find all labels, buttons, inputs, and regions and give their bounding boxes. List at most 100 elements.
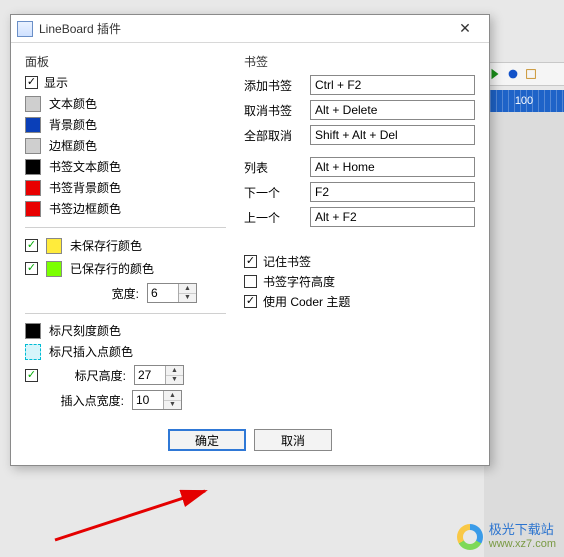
separator <box>25 227 226 228</box>
bg-color-label: 背景颜色 <box>49 116 97 133</box>
watermark-logo-icon <box>457 524 483 550</box>
prev-row: 上一个 <box>244 207 475 227</box>
annotation-arrow <box>50 485 250 545</box>
spin-down-icon[interactable]: ▼ <box>179 294 196 303</box>
border-color-row[interactable]: 边框颜色 <box>25 137 226 154</box>
lineboard-dialog: LineBoard 插件 ✕ 面板 ✓ 显示 文本颜色 背景颜色 边框颜色 <box>10 14 490 466</box>
width-input[interactable] <box>148 284 178 302</box>
insert-width-input[interactable] <box>133 391 163 409</box>
bookmark-text-color-row[interactable]: 书签文本颜色 <box>25 158 226 175</box>
ok-label: 确定 <box>195 432 219 449</box>
ruler-insert-color-row[interactable]: 标尺插入点颜色 <box>25 343 226 360</box>
color-swatch <box>25 117 41 133</box>
bookmark-border-color-row[interactable]: 书签边框颜色 <box>25 200 226 217</box>
remove-all-input[interactable] <box>310 125 475 145</box>
unsaved-row: ✓ 未保存行颜色 <box>25 236 226 255</box>
bookmark-bg-color-label: 书签背景颜色 <box>49 179 121 196</box>
saved-label: 已保存行的颜色 <box>70 260 154 277</box>
checkbox-icon: ✓ <box>244 295 257 308</box>
watermark: 极光下载站 www.xz7.com <box>457 523 556 551</box>
ok-button[interactable]: 确定 <box>168 429 246 451</box>
background-ruler: 100 <box>484 90 564 112</box>
ruler-scale-color-row[interactable]: 标尺刻度颜色 <box>25 322 226 339</box>
remove-bookmark-row: 取消书签 <box>244 100 475 120</box>
ruler-height-label: 标尺高度: <box>56 367 126 384</box>
panel-title: 面板 <box>25 53 226 70</box>
color-swatch <box>25 96 41 112</box>
coder-theme-label: 使用 Coder 主题 <box>263 293 350 310</box>
spin-up-icon[interactable]: ▲ <box>179 284 196 294</box>
spin-down-icon[interactable]: ▼ <box>166 376 183 385</box>
checkbox-icon: ✓ <box>25 369 38 382</box>
show-checkbox[interactable]: ✓ 显示 <box>25 74 226 91</box>
color-swatch <box>25 344 41 360</box>
checkbox-icon <box>244 275 257 288</box>
color-swatch[interactable] <box>46 261 62 277</box>
ruler-height-spinner[interactable]: ▲▼ <box>134 365 184 385</box>
background-editor-area <box>484 112 564 557</box>
color-swatch[interactable] <box>46 238 62 254</box>
watermark-line1: 极光下载站 <box>489 523 556 538</box>
background-toolbar <box>484 62 564 86</box>
checkbox-icon: ✓ <box>25 239 38 252</box>
insert-width-label: 插入点宽度: <box>54 392 124 409</box>
next-row: 下一个 <box>244 182 475 202</box>
close-button[interactable]: ✕ <box>445 17 485 41</box>
remove-all-row: 全部取消 <box>244 125 475 145</box>
border-color-label: 边框颜色 <box>49 137 97 154</box>
spin-down-icon[interactable]: ▼ <box>164 401 181 410</box>
bookmark-title: 书签 <box>244 53 475 70</box>
saved-checkbox[interactable]: ✓ <box>25 262 38 275</box>
ruler-enable-checkbox[interactable]: ✓ <box>25 369 38 382</box>
unsaved-checkbox[interactable]: ✓ <box>25 239 38 252</box>
cancel-button[interactable]: 取消 <box>254 429 332 451</box>
color-swatch <box>25 180 41 196</box>
bookmark-text-color-label: 书签文本颜色 <box>49 158 121 175</box>
bookmark-bg-color-row[interactable]: 书签背景颜色 <box>25 179 226 196</box>
dialog-title: LineBoard 插件 <box>39 20 445 37</box>
next-label: 下一个 <box>244 184 302 201</box>
width-label: 宽度: <box>69 285 139 302</box>
titlebar: LineBoard 插件 ✕ <box>11 15 489 43</box>
text-color-row[interactable]: 文本颜色 <box>25 95 226 112</box>
char-height-checkbox[interactable]: 书签字符高度 <box>244 273 475 290</box>
color-swatch <box>25 159 41 175</box>
list-row: 列表 <box>244 157 475 177</box>
ruler-insert-label: 标尺插入点颜色 <box>49 343 133 360</box>
bookmark-section: 书签 添加书签 取消书签 全部取消 列表 下一个 上一个 <box>244 53 475 415</box>
saved-row: ✓ 已保存行的颜色 <box>25 259 226 278</box>
button-bar: 确定 取消 <box>11 421 489 465</box>
separator <box>25 313 226 314</box>
app-icon <box>17 21 33 37</box>
color-swatch <box>25 201 41 217</box>
cancel-label: 取消 <box>281 432 305 449</box>
remove-bookmark-input[interactable] <box>310 100 475 120</box>
checkbox-icon: ✓ <box>244 255 257 268</box>
show-label: 显示 <box>44 74 68 91</box>
list-input[interactable] <box>310 157 475 177</box>
char-height-label: 书签字符高度 <box>263 273 335 290</box>
ruler-height-input[interactable] <box>135 366 165 384</box>
checkbox-icon: ✓ <box>25 76 38 89</box>
add-bookmark-row: 添加书签 <box>244 75 475 95</box>
add-bookmark-input[interactable] <box>310 75 475 95</box>
width-spinner[interactable]: ▲▼ <box>147 283 197 303</box>
unsaved-label: 未保存行颜色 <box>70 237 142 254</box>
bookmark-border-color-label: 书签边框颜色 <box>49 200 121 217</box>
color-swatch <box>25 138 41 154</box>
insert-width-spinner[interactable]: ▲▼ <box>132 390 182 410</box>
panel-section: 面板 ✓ 显示 文本颜色 背景颜色 边框颜色 书签文本颜色 <box>25 53 226 415</box>
remember-bookmark-checkbox[interactable]: ✓ 记住书签 <box>244 253 475 270</box>
remove-bookmark-label: 取消书签 <box>244 102 302 119</box>
insert-width-row: 插入点宽度: ▲▼ <box>54 390 226 410</box>
list-label: 列表 <box>244 159 302 176</box>
text-color-label: 文本颜色 <box>49 95 97 112</box>
prev-input[interactable] <box>310 207 475 227</box>
coder-theme-checkbox[interactable]: ✓ 使用 Coder 主题 <box>244 293 475 310</box>
next-input[interactable] <box>310 182 475 202</box>
spin-up-icon[interactable]: ▲ <box>166 366 183 376</box>
bg-color-row[interactable]: 背景颜色 <box>25 116 226 133</box>
remember-bookmark-label: 记住书签 <box>263 253 311 270</box>
width-row: 宽度: ▲▼ <box>69 283 226 303</box>
spin-up-icon[interactable]: ▲ <box>164 391 181 401</box>
